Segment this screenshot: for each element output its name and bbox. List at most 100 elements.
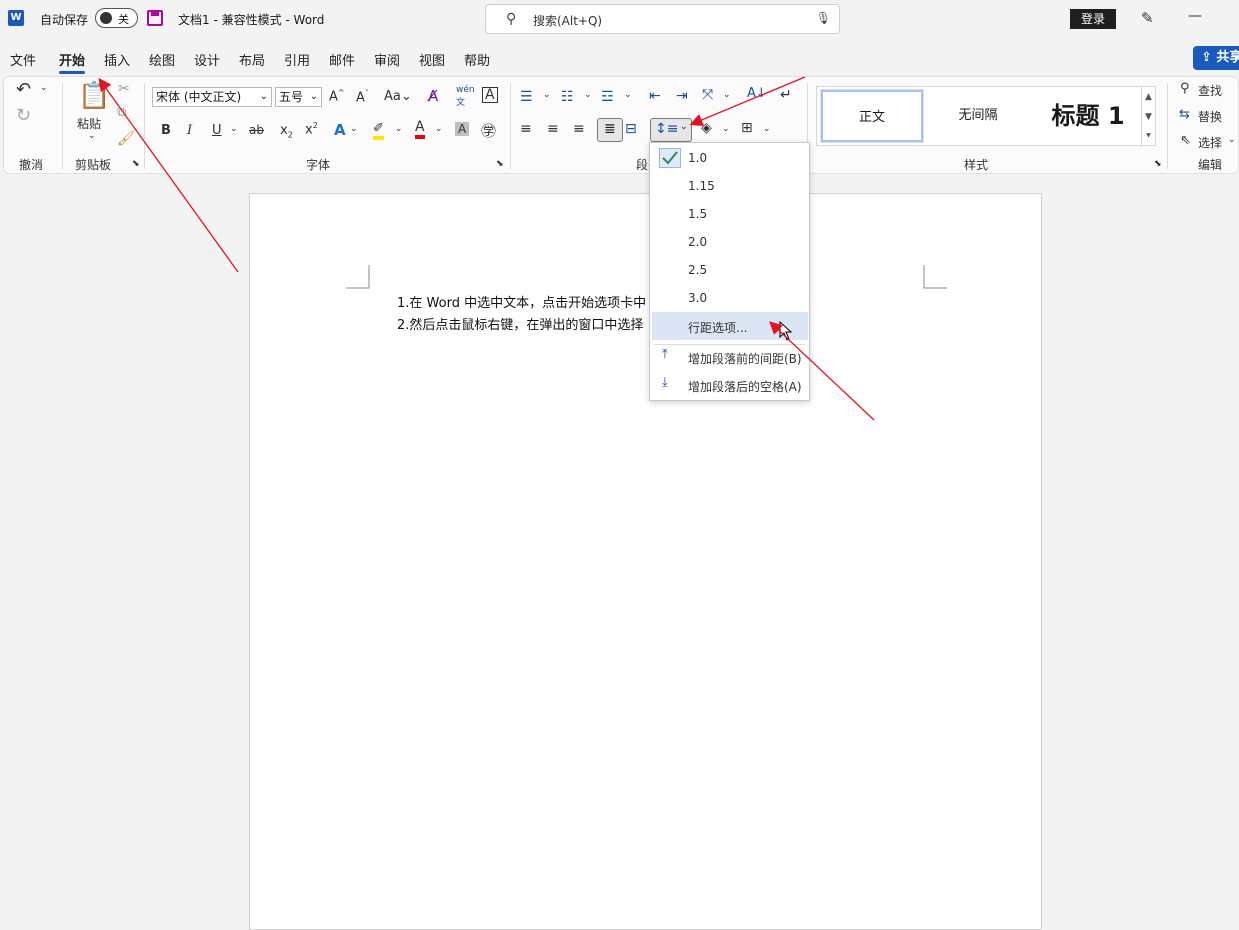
font-launcher-icon[interactable]: ⬊ [496, 159, 504, 169]
text-effects-icon[interactable]: A [334, 121, 346, 139]
shading-icon[interactable]: ◈ [701, 120, 712, 136]
increase-indent-icon[interactable]: ⇥ [676, 88, 688, 104]
line-spacing-option-2-5[interactable]: 2.5 [650, 256, 809, 284]
font-color-icon[interactable]: A [415, 119, 425, 139]
styles-scroll-up-icon[interactable]: ▲ [1141, 87, 1155, 107]
font-name-dropdown[interactable]: 宋体 (中文正文) ⌄ [152, 87, 272, 107]
align-center-icon[interactable]: ≡ [547, 121, 559, 137]
select-dropdown-icon[interactable]: ⌄ [1228, 135, 1236, 145]
share-button[interactable]: ⇪ 共享 [1193, 46, 1239, 70]
select-icon[interactable]: ⇖ [1180, 133, 1191, 148]
designer-pen-icon[interactable]: ✎ [1141, 9, 1154, 27]
decrease-indent-icon[interactable]: ⇤ [649, 88, 661, 104]
distributed-icon[interactable]: ⊟ [625, 121, 637, 137]
minimize-icon[interactable]: — [1188, 8, 1202, 24]
login-button[interactable]: 登录 [1070, 9, 1116, 29]
grow-font-icon[interactable]: A^ [329, 88, 345, 104]
select-label[interactable]: 选择 [1198, 134, 1222, 151]
font-color-dropdown-icon[interactable]: ⌄ [435, 124, 443, 134]
font-size-dropdown[interactable]: 五号 ⌄ [275, 87, 322, 107]
autosave-toggle[interactable]: 关 [95, 8, 138, 28]
document-line-2[interactable]: 2.然后点击鼠标右键，在弹出的窗口中选择 [397, 314, 643, 333]
character-border-icon[interactable]: A [482, 87, 498, 103]
styles-launcher-icon[interactable]: ⬊ [1154, 159, 1162, 169]
subscript-icon[interactable]: x2 [280, 123, 293, 140]
numbering-dropdown-icon[interactable]: ⌄ [584, 90, 592, 100]
justify-button[interactable]: ≣ [597, 118, 623, 142]
paste-label[interactable]: 粘贴 [77, 115, 101, 132]
undo-dropdown-icon[interactable]: ⌄ [40, 83, 48, 93]
line-spacing-option-1-5[interactable]: 1.5 [650, 200, 809, 228]
align-right-icon[interactable]: ≡ [573, 121, 585, 137]
replace-icon[interactable]: ⇆ [1179, 107, 1190, 122]
styles-scroll-down-icon[interactable]: ▼ [1141, 107, 1155, 127]
enclose-characters-icon[interactable]: ㊫ [481, 120, 496, 141]
document-line-1[interactable]: 1.在 Word 中选中文本，点击开始选项卡中 [397, 292, 646, 311]
tab-review[interactable]: 审阅 [374, 50, 400, 69]
bold-icon[interactable]: B [161, 123, 171, 138]
tab-layout[interactable]: 布局 [239, 50, 265, 69]
tab-mailings[interactable]: 邮件 [329, 50, 355, 69]
styles-more-icon[interactable]: ⯆ [1141, 127, 1155, 147]
tab-view[interactable]: 视图 [419, 50, 445, 69]
cut-icon[interactable]: ✂ [118, 81, 130, 97]
save-icon[interactable] [147, 10, 163, 26]
change-case-icon[interactable]: Aa⌄ [384, 89, 412, 104]
underline-icon[interactable]: U [212, 123, 222, 138]
chinese-layout-dropdown-icon[interactable]: ⌄ [723, 90, 731, 100]
copy-icon[interactable]: ⧉ [117, 105, 126, 120]
numbering-icon[interactable]: ☷ [561, 89, 574, 105]
italic-icon[interactable]: I [187, 123, 192, 138]
character-shading-icon[interactable]: A [455, 122, 470, 136]
highlight-icon[interactable]: ✐ [373, 121, 384, 140]
text-effects-dropdown-icon[interactable]: ⌄ [350, 124, 358, 134]
line-spacing-option-3-0[interactable]: 3.0 [650, 284, 809, 312]
chinese-layout-icon[interactable]: ⤧ [702, 87, 713, 103]
bullets-icon[interactable]: ☰ [520, 89, 533, 105]
replace-label[interactable]: 替换 [1198, 108, 1222, 125]
highlight-dropdown-icon[interactable]: ⌄ [395, 124, 403, 134]
line-spacing-option-1-15[interactable]: 1.15 [650, 172, 809, 200]
redo-icon[interactable]: ↻ [16, 105, 31, 126]
borders-icon[interactable]: ⊞ [741, 120, 753, 136]
superscript-icon[interactable]: x2 [305, 121, 318, 137]
shrink-font-icon[interactable]: Aˇ [356, 89, 369, 105]
style-heading-1[interactable]: 标题 1 [1033, 90, 1143, 142]
line-spacing-option-2-0[interactable]: 2.0 [650, 228, 809, 256]
underline-dropdown-icon[interactable]: ⌄ [230, 124, 238, 134]
line-spacing-option-1-0[interactable]: 1.0 [650, 144, 809, 172]
microphone-icon[interactable]: 🎙 [816, 11, 831, 25]
style-normal[interactable]: 正文 [820, 89, 924, 143]
format-painter-icon[interactable]: 🖌 [117, 131, 135, 147]
tab-home[interactable]: 开始 [59, 50, 86, 74]
document-page[interactable]: 1.在 Word 中选中文本，点击开始选项卡中 2.然后点击鼠标右键，在弹出的窗… [249, 193, 1042, 930]
paste-dropdown-icon[interactable]: ⌄ [88, 131, 96, 141]
clipboard-launcher-icon[interactable]: ⬊ [132, 159, 140, 169]
tab-insert[interactable]: 插入 [104, 50, 130, 69]
bullets-dropdown-icon[interactable]: ⌄ [543, 90, 551, 100]
borders-dropdown-icon[interactable]: ⌄ [763, 124, 771, 134]
line-spacing-button[interactable]: ↕≡ ⌄ [650, 118, 692, 142]
multilevel-dropdown-icon[interactable]: ⌄ [624, 90, 632, 100]
strikethrough-icon[interactable]: ab [249, 123, 264, 137]
tab-draw[interactable]: 绘图 [149, 50, 175, 69]
search-box[interactable]: ⚲ 搜索(Alt+Q) 🎙 [485, 4, 840, 34]
tab-design[interactable]: 设计 [194, 50, 220, 69]
clear-formatting-icon[interactable]: A̸ [428, 87, 438, 105]
align-left-icon[interactable]: ≡ [520, 121, 532, 137]
find-icon[interactable]: ⚲ [1180, 81, 1190, 96]
tab-references[interactable]: 引用 [284, 50, 310, 69]
add-space-before-item[interactable]: ⤒ 增加段落前的间距(B) [650, 343, 809, 371]
paste-icon[interactable]: 📋 [78, 81, 110, 111]
tab-file[interactable]: 文件 [10, 50, 36, 69]
add-space-after-item[interactable]: ⤓ 增加段落后的空格(A) [650, 371, 809, 399]
undo-icon[interactable]: ↶ [16, 79, 31, 100]
sort-icon[interactable]: A↓ [747, 86, 767, 101]
phonetic-guide-icon[interactable]: wén 文 [456, 85, 475, 108]
style-no-spacing[interactable]: 无间隔 [927, 90, 1029, 142]
tab-help[interactable]: 帮助 [464, 50, 490, 69]
find-label[interactable]: 查找 [1198, 82, 1222, 99]
multilevel-list-icon[interactable]: ☲ [601, 89, 614, 105]
show-formatting-marks-icon[interactable]: ↵ [780, 87, 792, 103]
shading-dropdown-icon[interactable]: ⌄ [722, 124, 730, 134]
